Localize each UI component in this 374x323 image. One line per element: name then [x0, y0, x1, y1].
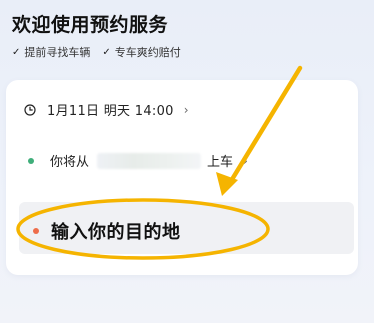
destination-dot-icon [33, 228, 39, 234]
destination-placeholder: 输入你的目的地 [51, 222, 181, 243]
chevron-right-icon: › [183, 102, 189, 117]
chevron-right-icon: › [243, 153, 248, 168]
feature-item-no-show-compensation: ✓ 专车爽约赔付 [102, 44, 180, 60]
pickup-suffix: 上车 [207, 155, 234, 170]
destination-input[interactable]: 输入你的目的地 [33, 218, 181, 244]
pickup-prefix: 你将从 [50, 155, 90, 170]
clock-icon [24, 103, 36, 116]
pickup-dot-icon [28, 157, 34, 164]
feature-item-early-search: ✓ 提前寻找车辆 [12, 44, 90, 60]
departure-time-text: 1月11日 明天 14:00 [47, 104, 174, 119]
pickup-address-redacted [97, 152, 202, 169]
feature-label: 提前寻找车辆 [24, 46, 91, 59]
check-icon: ✓ [12, 46, 21, 58]
page-title: 欢迎使用预约服务 [12, 14, 169, 36]
departure-time-selector[interactable]: 1月11日 明天 14:00 › [24, 100, 189, 119]
feature-list: ✓ 提前寻找车辆 ✓ 专车爽约赔付 [12, 44, 181, 60]
pickup-location-selector[interactable]: 你将从 上车 › [24, 151, 248, 170]
check-icon: ✓ [102, 46, 111, 58]
feature-label: 专车爽约赔付 [114, 46, 181, 59]
